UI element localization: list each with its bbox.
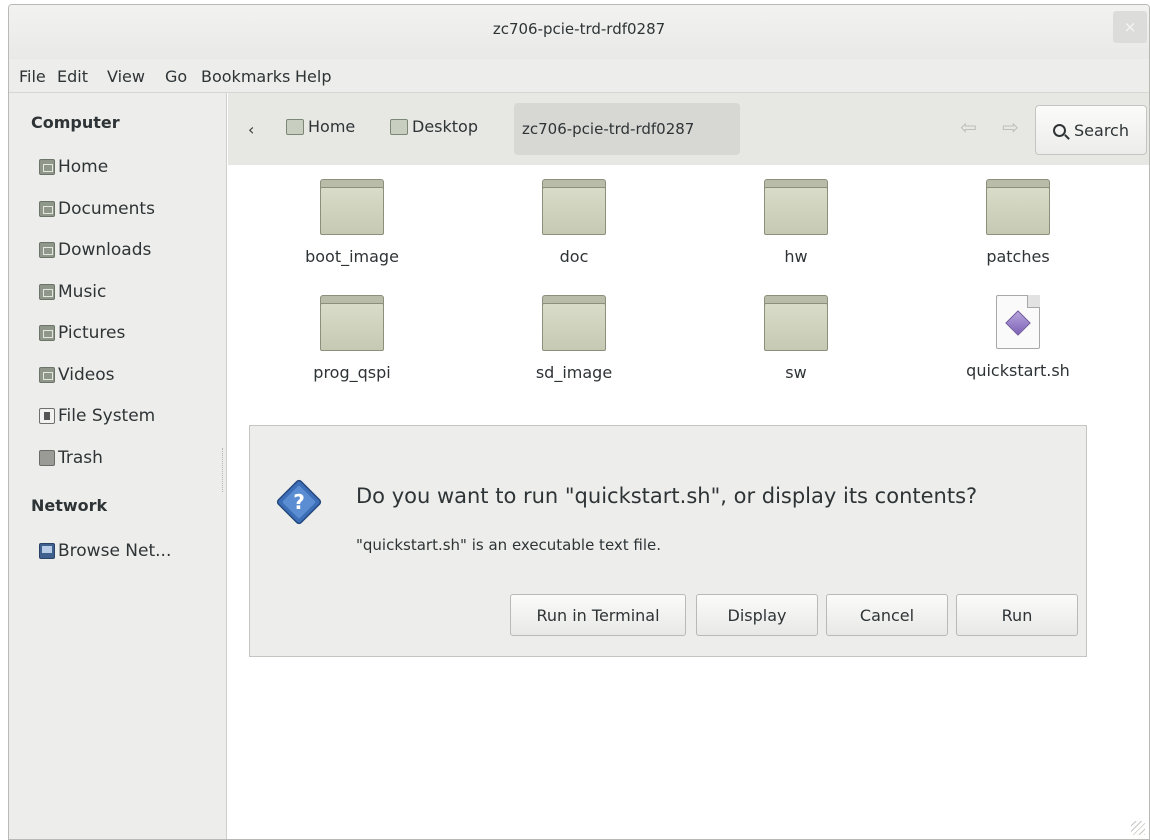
window-title: zc706-pcie-trd-rdf0287 xyxy=(492,20,666,38)
sidebar-item-label: Trash xyxy=(58,448,103,468)
menu-file[interactable]: File xyxy=(19,67,46,86)
sidebar-item-label: Pictures xyxy=(58,323,126,343)
desktop-folder-icon xyxy=(390,118,408,135)
svg-text:?: ? xyxy=(293,490,305,514)
dialog-message: "quickstart.sh" is an executable text fi… xyxy=(356,536,662,554)
drive-icon xyxy=(39,408,55,424)
resize-grip-icon[interactable] xyxy=(1131,821,1145,835)
sidebar-item-file-system[interactable]: File System xyxy=(39,404,155,428)
display-button[interactable]: Display xyxy=(696,594,818,636)
downloads-folder-icon xyxy=(39,242,55,258)
folder-item-sw[interactable]: sw xyxy=(706,295,886,382)
run-in-terminal-button[interactable]: Run in Terminal xyxy=(510,594,686,636)
sidebar-item-home[interactable]: Home xyxy=(39,155,108,179)
file-label: sd_image xyxy=(535,363,613,382)
forward-arrow-icon[interactable]: ⇨ xyxy=(1002,115,1019,139)
sidebar-item-music[interactable]: Music xyxy=(39,280,106,304)
search-icon xyxy=(1053,123,1067,137)
documents-folder-icon xyxy=(39,201,55,217)
breadcrumb-label: Home xyxy=(308,117,356,136)
back-arrow-icon[interactable]: ⇦ xyxy=(960,115,977,139)
sidebar-item-label: Music xyxy=(58,282,107,302)
music-folder-icon xyxy=(39,284,55,300)
folder-icon xyxy=(542,179,606,235)
sidebar-item-label: Downloads xyxy=(58,240,152,260)
menu-edit[interactable]: Edit xyxy=(57,67,88,86)
sidebar-item-label: Browse Net... xyxy=(58,541,172,561)
path-scroll-left-button[interactable]: ‹ xyxy=(248,120,254,139)
script-file-icon xyxy=(996,295,1040,349)
close-button[interactable]: × xyxy=(1113,11,1147,43)
sidebar-item-documents[interactable]: Documents xyxy=(39,197,155,221)
home-folder-icon xyxy=(286,118,304,135)
videos-folder-icon xyxy=(39,367,55,383)
sidebar-item-videos[interactable]: Videos xyxy=(39,363,115,387)
breadcrumb-current[interactable]: zc706-pcie-trd-rdf0287 xyxy=(514,103,740,155)
trash-icon xyxy=(39,450,55,466)
folder-icon xyxy=(320,179,384,235)
menu-help[interactable]: Help xyxy=(295,67,331,86)
sidebar-heading-network: Network xyxy=(31,496,108,515)
file-label: hw xyxy=(784,247,808,266)
home-folder-icon xyxy=(39,159,55,175)
breadcrumb-label: Desktop xyxy=(412,117,478,136)
menu-view[interactable]: View xyxy=(107,67,145,86)
sidebar-item-label: Videos xyxy=(58,365,115,385)
sidebar-item-downloads[interactable]: Downloads xyxy=(39,238,151,262)
path-bar: ‹ Home Desktop zc706-pcie-trd-rdf0287 ⇦ … xyxy=(228,93,1149,165)
sidebar-item-trash[interactable]: Trash xyxy=(39,446,103,470)
folder-icon xyxy=(320,295,384,351)
file-item-quickstart-sh[interactable]: quickstart.sh xyxy=(928,295,1108,380)
search-button[interactable]: Search xyxy=(1035,105,1147,155)
folder-icon xyxy=(542,295,606,351)
folder-item-boot-image[interactable]: boot_image xyxy=(262,179,442,266)
menu-bookmarks[interactable]: Bookmarks xyxy=(201,67,290,86)
breadcrumb-desktop[interactable]: Desktop xyxy=(390,117,478,136)
folder-item-doc[interactable]: doc xyxy=(484,179,664,266)
run-or-display-dialog: ? Do you want to run "quickstart.sh", or… xyxy=(249,425,1087,657)
file-label: quickstart.sh xyxy=(966,361,1070,380)
cancel-button[interactable]: Cancel xyxy=(826,594,948,636)
menu-go[interactable]: Go xyxy=(165,67,187,86)
search-label: Search xyxy=(1074,120,1129,140)
folder-item-prog-qspi[interactable]: prog_qspi xyxy=(262,295,442,382)
file-label: sw xyxy=(785,363,807,382)
pictures-folder-icon xyxy=(39,325,55,341)
folder-item-hw[interactable]: hw xyxy=(706,179,886,266)
folder-icon xyxy=(764,295,828,351)
folder-item-sd-image[interactable]: sd_image xyxy=(484,295,664,382)
sidebar-item-pictures[interactable]: Pictures xyxy=(39,321,125,345)
file-manager-window: zc706-pcie-trd-rdf0287 × File Edit View … xyxy=(8,4,1150,840)
folder-icon xyxy=(764,179,828,235)
network-icon xyxy=(39,543,55,559)
sidebar-item-browse-network[interactable]: Browse Net... xyxy=(39,539,171,563)
places-sidebar: Computer Home Documents Downloads Music … xyxy=(9,93,227,839)
sidebar-resize-handle[interactable] xyxy=(222,448,225,492)
title-bar[interactable]: zc706-pcie-trd-rdf0287 × xyxy=(9,5,1149,59)
file-label: patches xyxy=(986,247,1050,266)
file-label: prog_qspi xyxy=(313,363,391,382)
menu-bar: File Edit View Go Bookmarks Help xyxy=(9,59,1149,93)
sidebar-item-label: Documents xyxy=(58,199,155,219)
file-label: doc xyxy=(559,247,589,266)
sidebar-heading-computer: Computer xyxy=(31,113,120,132)
run-button[interactable]: Run xyxy=(956,594,1078,636)
file-label: boot_image xyxy=(305,247,399,266)
sidebar-item-label: Home xyxy=(58,157,109,177)
question-icon: ? xyxy=(276,479,322,525)
breadcrumb-home[interactable]: Home xyxy=(286,117,355,136)
folder-icon xyxy=(986,179,1050,235)
folder-item-patches[interactable]: patches xyxy=(928,179,1108,266)
sidebar-item-label: File System xyxy=(58,406,156,426)
dialog-title: Do you want to run "quickstart.sh", or d… xyxy=(356,484,978,508)
